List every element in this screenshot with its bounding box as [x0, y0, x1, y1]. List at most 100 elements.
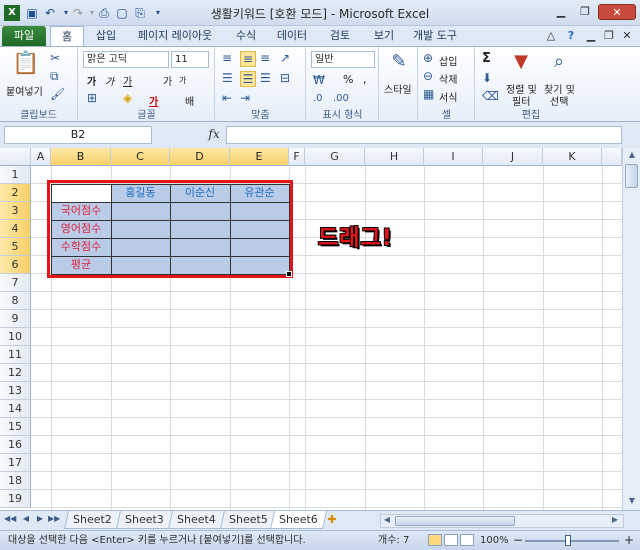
align-bottom-icon[interactable]: ≡: [260, 51, 270, 65]
format-cells-label[interactable]: 서식: [439, 89, 457, 104]
minimize-ribbon-icon[interactable]: △: [540, 28, 562, 44]
zoom-slider[interactable]: [525, 540, 619, 542]
tab-file[interactable]: 파일: [2, 26, 46, 46]
last-sheet-icon[interactable]: ▶▶: [48, 514, 60, 523]
row-header[interactable]: 11: [0, 346, 31, 364]
prev-sheet-icon[interactable]: ◀: [20, 514, 32, 523]
paste-label[interactable]: 붙여넣기: [6, 83, 43, 98]
align-right-icon[interactable]: ☰: [260, 71, 271, 85]
zoom-out-button[interactable]: −: [513, 531, 523, 550]
row-header[interactable]: 2: [0, 184, 31, 202]
row-header[interactable]: 17: [0, 454, 31, 472]
tab-view[interactable]: 보기: [364, 26, 404, 46]
scroll-up-icon[interactable]: ▲: [624, 148, 640, 162]
name-box[interactable]: B2: [4, 126, 152, 144]
row-header[interactable]: 14: [0, 400, 31, 418]
bold-button[interactable]: 가: [87, 73, 96, 88]
col-header-g[interactable]: G: [305, 148, 365, 166]
fill-handle[interactable]: [286, 271, 292, 277]
tab-data[interactable]: 데이터: [270, 26, 314, 46]
first-sheet-icon[interactable]: ◀◀: [4, 514, 16, 523]
row-header[interactable]: 1: [0, 166, 31, 184]
sheet-tab-sheet5[interactable]: Sheet5: [220, 511, 277, 529]
col-header-a[interactable]: A: [31, 148, 51, 166]
copy-icon[interactable]: ⧉: [50, 69, 59, 84]
decrease-decimal-icon[interactable]: .00: [333, 93, 349, 104]
font-size-select[interactable]: 11: [171, 51, 209, 68]
horizontal-scroll-thumb[interactable]: [395, 516, 515, 526]
tab-review[interactable]: 검토: [320, 26, 360, 46]
close-button[interactable]: ✕: [598, 4, 636, 20]
comma-button[interactable]: ,: [363, 73, 367, 86]
col-header-c[interactable]: C: [111, 148, 170, 166]
row-header[interactable]: 18: [0, 472, 31, 490]
row-header[interactable]: 13: [0, 382, 31, 400]
format-painter-icon[interactable]: 🖌: [50, 87, 65, 101]
align-center-icon[interactable]: ☰: [240, 71, 256, 87]
align-top-icon[interactable]: ≡: [222, 51, 232, 65]
doc-close-button[interactable]: ✕: [616, 28, 638, 44]
worksheet-grid[interactable]: A B C D E F G H I J K 1 2 3 4 5 6 7 8 9 10 11 12 13 1…: [0, 148, 622, 510]
increase-indent-icon[interactable]: ⇥: [240, 91, 250, 105]
row-header[interactable]: 19: [0, 490, 31, 508]
col-header-i[interactable]: I: [424, 148, 483, 166]
insert-function-icon[interactable]: fx: [204, 126, 224, 144]
select-all-corner[interactable]: [0, 148, 31, 166]
increase-decimal-icon[interactable]: .0: [313, 93, 323, 104]
row-header[interactable]: 9: [0, 310, 31, 328]
scroll-right-icon[interactable]: ▶: [609, 514, 621, 526]
zoom-level[interactable]: 100%: [480, 531, 509, 550]
row-header[interactable]: 10: [0, 328, 31, 346]
col-header-j[interactable]: J: [483, 148, 543, 166]
col-header-e[interactable]: E: [230, 148, 289, 166]
border-icon[interactable]: ⊞: [87, 91, 97, 105]
format-cells-icon[interactable]: ▦: [423, 87, 434, 101]
page-break-view-icon[interactable]: [460, 534, 474, 546]
row-header[interactable]: 8: [0, 292, 31, 310]
percent-button[interactable]: %: [343, 73, 353, 86]
tab-page-layout[interactable]: 페이지 레이아웃: [130, 26, 220, 46]
merge-center-icon[interactable]: ⊟: [280, 71, 290, 85]
underline-button[interactable]: 가: [123, 73, 132, 88]
row-header[interactable]: 15: [0, 418, 31, 436]
col-header-d[interactable]: D: [170, 148, 230, 166]
row-header[interactable]: 4: [0, 220, 31, 238]
sort-filter-icon[interactable]: ▼: [510, 51, 532, 72]
row-header[interactable]: 5: [0, 238, 31, 256]
fill-color-icon[interactable]: ◈: [123, 91, 132, 105]
fill-icon[interactable]: ⬇: [482, 71, 492, 85]
zoom-in-button[interactable]: +: [624, 531, 634, 550]
vertical-scrollbar[interactable]: ▲ ▼: [622, 148, 640, 510]
row-header[interactable]: 16: [0, 436, 31, 454]
number-format-select[interactable]: 일반: [311, 51, 375, 68]
sheet-tab-sheet4[interactable]: Sheet4: [168, 511, 225, 529]
delete-cells-label[interactable]: 삭제: [439, 71, 457, 86]
shrink-font-button[interactable]: 가: [179, 75, 186, 86]
vertical-scroll-thumb[interactable]: [625, 164, 638, 188]
italic-button[interactable]: 가: [105, 73, 114, 88]
sheet-tab-sheet2[interactable]: Sheet2: [64, 511, 121, 529]
col-header-k[interactable]: K: [543, 148, 602, 166]
font-name-select[interactable]: 맑은 고딕: [83, 51, 169, 68]
align-middle-icon[interactable]: ≡: [240, 51, 256, 67]
col-header-b[interactable]: B: [51, 148, 111, 166]
row-header[interactable]: 7: [0, 274, 31, 292]
clear-icon[interactable]: ⌫: [482, 89, 499, 103]
tab-insert[interactable]: 삽입: [86, 26, 126, 46]
insert-sheet-icon[interactable]: ✚: [326, 513, 338, 526]
restore-button[interactable]: ❐: [574, 4, 596, 20]
sheet-tab-sheet6[interactable]: Sheet6: [270, 511, 327, 529]
paste-icon[interactable]: 📋: [12, 51, 39, 81]
styles-label[interactable]: 스타일: [384, 81, 412, 96]
tab-formulas[interactable]: 수식: [226, 26, 266, 46]
row-header[interactable]: 12: [0, 364, 31, 382]
sheet-tab-sheet3[interactable]: Sheet3: [116, 511, 173, 529]
tab-developer[interactable]: 개발 도구: [406, 26, 464, 46]
autosum-button[interactable]: Σ: [482, 51, 491, 66]
normal-view-icon[interactable]: [428, 534, 442, 546]
next-sheet-icon[interactable]: ▶: [34, 514, 46, 523]
row-header[interactable]: 3: [0, 202, 31, 220]
insert-cells-icon[interactable]: ⊕: [423, 51, 433, 65]
find-select-icon[interactable]: ⌕: [548, 51, 570, 72]
grow-font-button[interactable]: 가: [163, 73, 172, 88]
